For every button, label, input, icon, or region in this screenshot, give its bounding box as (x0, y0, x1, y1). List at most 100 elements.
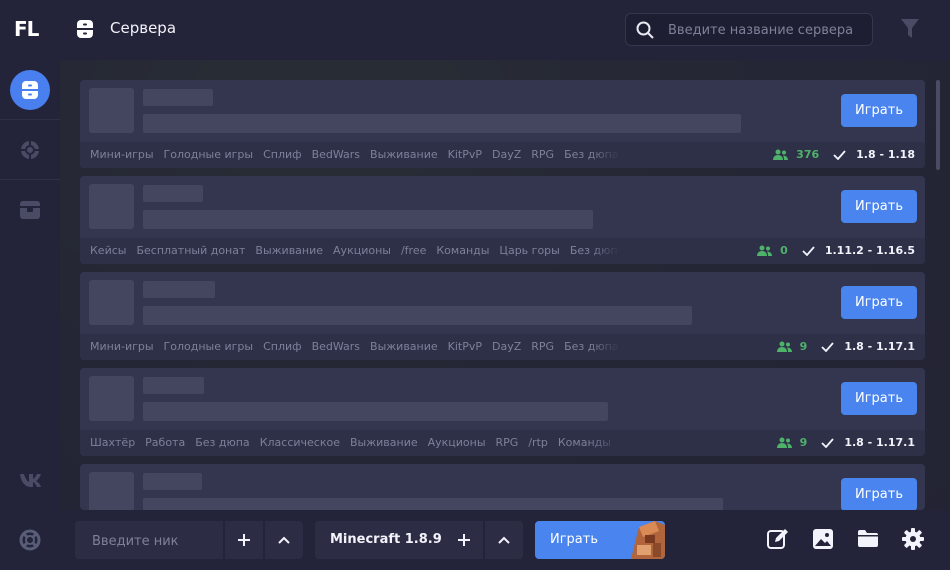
filter-icon[interactable] (900, 18, 920, 40)
launch-button[interactable]: Играть (535, 521, 665, 559)
tag: /rtp (528, 436, 548, 449)
vk-link[interactable] (10, 460, 50, 500)
player-count: 376 (796, 148, 820, 161)
users-icon (776, 341, 792, 352)
server-tags: Шахтёр Работа Без дюпа Классическое Выживани… (90, 436, 620, 449)
server-thumbnail (89, 88, 134, 133)
tag: KitPvP (447, 148, 483, 161)
image-icon[interactable] (812, 528, 834, 550)
tag: Без дюпа (564, 340, 619, 353)
scrollbar[interactable] (936, 80, 940, 170)
sidebar: FL (0, 0, 60, 570)
play-button[interactable]: Играть (841, 94, 917, 127)
plus-icon (458, 534, 470, 546)
search-input[interactable] (666, 14, 870, 47)
server-thumbnail (89, 376, 134, 421)
server-name-placeholder (143, 377, 204, 394)
tag: RPG (531, 340, 555, 353)
folder-icon[interactable] (857, 528, 879, 548)
server-card: Играть Мини-игры Голодные игры Сплиф BedWar… (80, 272, 925, 360)
vk-icon (20, 474, 41, 487)
add-account-button[interactable] (225, 521, 263, 559)
play-button[interactable]: Играть (841, 190, 917, 223)
tag: BedWars (311, 148, 361, 161)
box-icon (20, 201, 40, 219)
player-count: 0 (780, 244, 788, 257)
users-icon (757, 245, 773, 256)
tag: Выживание (255, 244, 324, 257)
tag: Сплиф (263, 148, 302, 161)
tag: Без дюпа (195, 436, 250, 449)
tag: Кейсы (90, 244, 127, 257)
version-range: 1.8 - 1.17.1 (844, 340, 915, 353)
server-card: Играть Мини-игры Голодные игры Сплиф BedWar… (80, 80, 925, 168)
lifebuoy-icon (19, 529, 41, 551)
server-name-placeholder (143, 185, 203, 202)
crosshair-icon (20, 140, 40, 160)
server-thumbnail (89, 280, 134, 325)
nickname-field[interactable] (75, 521, 224, 561)
server-name-placeholder (143, 281, 215, 298)
check-icon (821, 437, 834, 448)
chevron-up-icon (498, 536, 510, 544)
check-icon (821, 341, 834, 352)
server-info-bar: Мини-игры Голодные игры Сплиф BedWars Выжива… (80, 334, 925, 360)
server-icon (22, 81, 38, 99)
server-description-placeholder (143, 114, 741, 133)
version-label: Minecraft 1.8.9 (330, 532, 442, 547)
tag: Классическое (259, 436, 340, 449)
server-card: Играть (80, 464, 925, 510)
tag: KitPvP (447, 340, 483, 353)
version-range: 1.11.2 - 1.16.5 (824, 244, 915, 257)
tag: Шахтёр (90, 436, 136, 449)
sidebar-item-cases[interactable] (10, 190, 50, 230)
tag: /free (400, 244, 427, 257)
server-tags: Мини-игры Голодные игры Сплиф BedWars Выжива… (90, 340, 620, 353)
tag: RPG (531, 148, 555, 161)
server-info-bar: Шахтёр Работа Без дюпа Классическое Выживани… (80, 430, 925, 456)
tag: Сплиф (263, 340, 302, 353)
tag: Бесплатный донат (136, 244, 246, 257)
server-name-placeholder (143, 473, 202, 490)
server-info-bar: Кейсы Бесплатный донат Выживание Аукционы/f… (80, 238, 925, 264)
plus-icon (238, 534, 250, 546)
sidebar-item-servers[interactable] (10, 70, 50, 110)
sidebar-item-crosshair[interactable] (10, 130, 50, 170)
tag: RPG (495, 436, 519, 449)
tag: Работа (145, 436, 186, 449)
player-count: 9 (799, 436, 808, 449)
add-version-button[interactable] (445, 521, 483, 559)
launch-label: Играть (550, 532, 599, 547)
server-description-placeholder (143, 402, 608, 421)
tag: DayZ (492, 340, 522, 353)
server-icon (77, 20, 93, 38)
play-button[interactable]: Играть (841, 382, 917, 415)
tag: Аукционы (333, 244, 391, 257)
edit-icon[interactable] (767, 528, 789, 550)
version-select[interactable]: Minecraft 1.8.9 (315, 521, 445, 559)
chevron-up-icon (278, 536, 290, 544)
tag: Голодные игры (163, 148, 254, 161)
tag: Без дюпа (564, 148, 619, 161)
play-button[interactable]: Играть (841, 286, 917, 319)
server-thumbnail (89, 472, 134, 510)
version-dropdown-button[interactable] (485, 521, 523, 559)
tag: Выживание (349, 436, 418, 449)
play-button[interactable]: Играть (841, 478, 917, 510)
nickname-input[interactable] (90, 521, 224, 561)
server-tags: Мини-игры Голодные игры Сплиф BedWars Выжива… (90, 148, 620, 161)
server-search[interactable] (625, 13, 873, 47)
users-icon (773, 149, 789, 160)
player-count: 9 (799, 340, 808, 353)
tag: Мини-игры (90, 340, 154, 353)
page-title: Сервера (110, 19, 177, 37)
account-dropdown-button[interactable] (265, 521, 303, 559)
server-description-placeholder (143, 306, 692, 325)
version-range: 1.8 - 1.17.1 (844, 436, 915, 449)
tag: DayZ (492, 148, 522, 161)
search-icon (636, 21, 654, 39)
launcher-bar: Minecraft 1.8.9 Играть (60, 510, 950, 570)
gear-icon[interactable] (902, 528, 924, 550)
support-button[interactable] (10, 520, 50, 560)
tag: Голодные игры (163, 340, 254, 353)
